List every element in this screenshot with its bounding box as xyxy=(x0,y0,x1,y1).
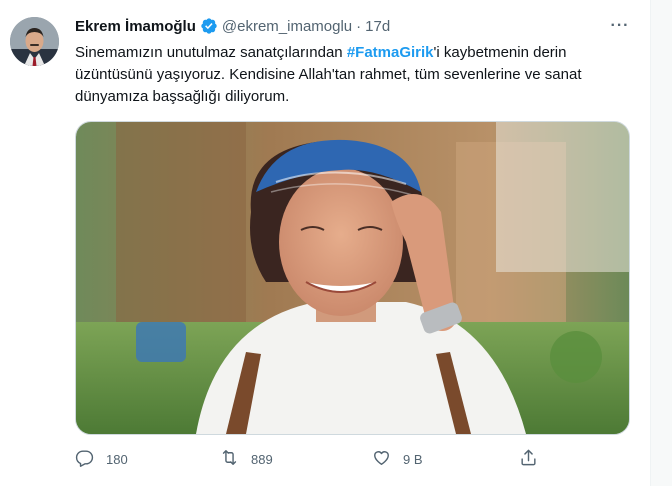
like-count: 9 B xyxy=(403,451,423,467)
reply-button[interactable]: 180 xyxy=(75,444,128,474)
tweet-timestamp[interactable]: 17d xyxy=(365,18,390,35)
author-avatar[interactable] xyxy=(10,17,59,66)
like-button[interactable]: 9 B xyxy=(372,444,423,474)
reply-count: 180 xyxy=(106,451,128,467)
author-name[interactable]: Ekrem İmamoğlu xyxy=(75,18,196,35)
tweet-text-before: Sinemamızın unutulmaz sanatçılarından xyxy=(75,44,347,61)
separator-dot: · xyxy=(356,17,362,35)
more-dots-icon[interactable]: ··· xyxy=(607,16,633,36)
verified-badge-icon xyxy=(200,17,218,35)
tweet[interactable]: Ekrem İmamoğlu @ekrem_imamoglu · 17d ···… xyxy=(0,0,650,486)
share-icon xyxy=(519,448,538,470)
reply-icon xyxy=(75,448,94,470)
author-handle[interactable]: @ekrem_imamoglu xyxy=(222,18,352,35)
share-button[interactable] xyxy=(519,444,538,474)
retweet-button[interactable]: 889 xyxy=(220,444,273,474)
hashtag-link[interactable]: #FatmaGirik xyxy=(347,44,434,61)
tweet-actions: 180 889 9 B xyxy=(75,444,635,474)
heart-icon xyxy=(372,448,391,470)
tweet-text: Sinemamızın unutulmaz sanatçılarından #F… xyxy=(75,42,635,108)
tweet-photo[interactable] xyxy=(75,121,630,435)
retweet-count: 889 xyxy=(251,451,273,467)
retweet-icon xyxy=(220,448,239,470)
tweet-header: Ekrem İmamoğlu @ekrem_imamoglu · 17d xyxy=(75,14,390,38)
timeline-scroll-edge xyxy=(650,0,672,486)
